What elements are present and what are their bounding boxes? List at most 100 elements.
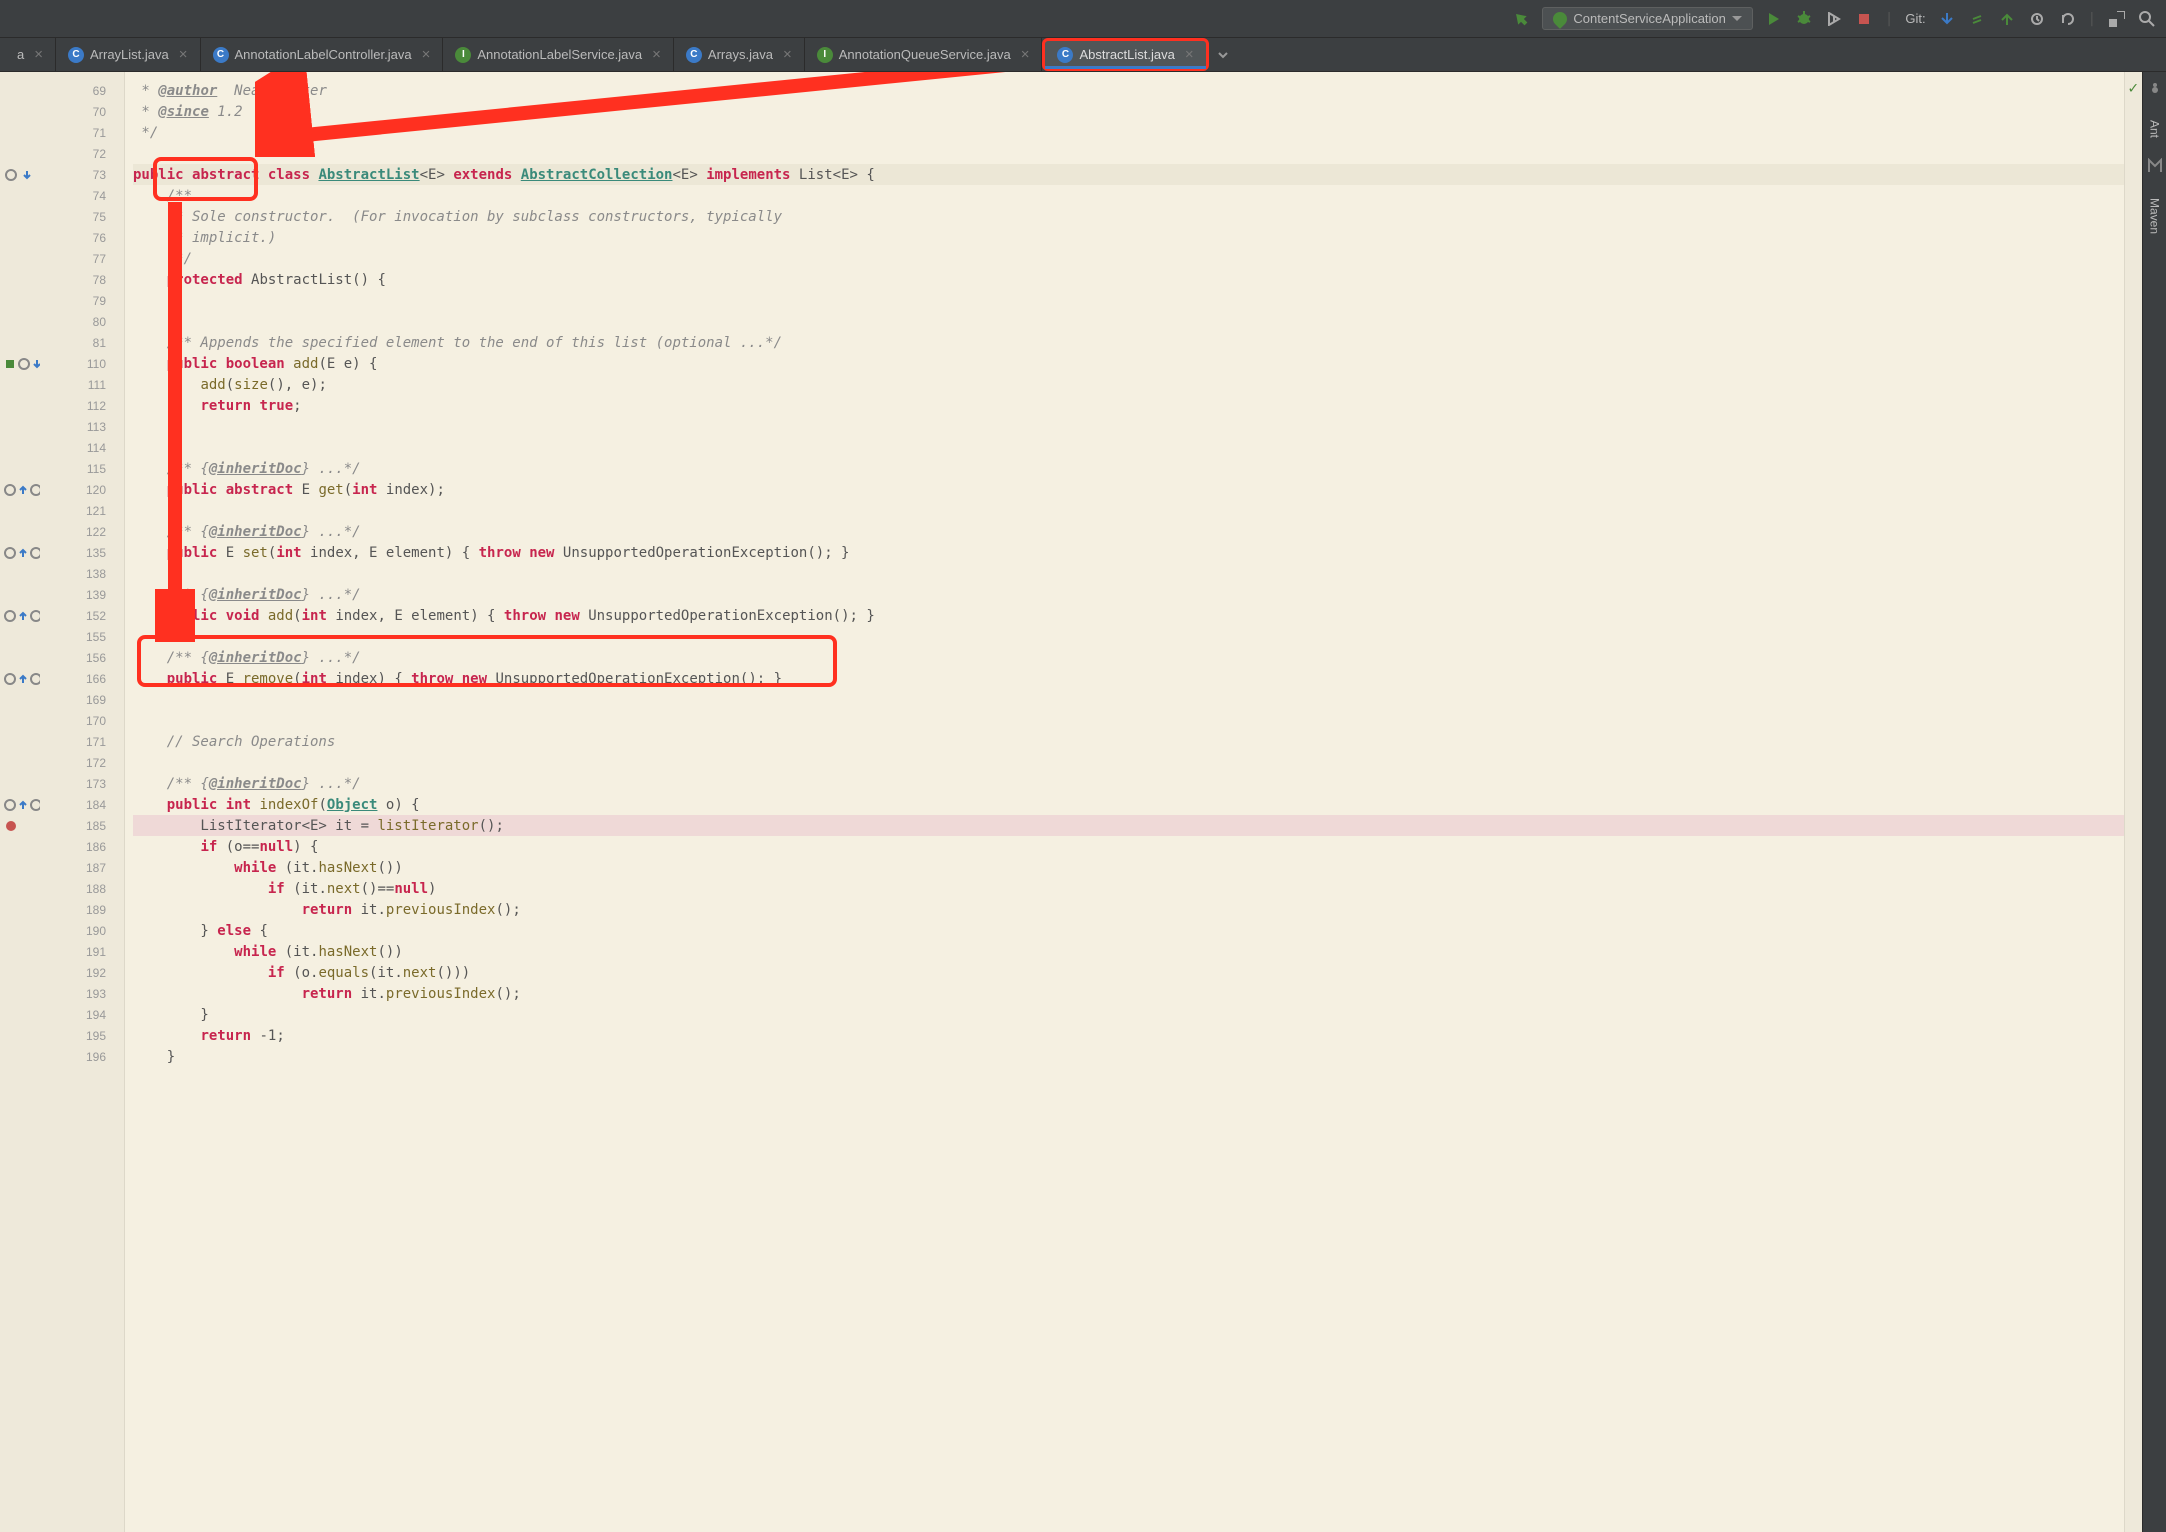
- up-arrow-icon[interactable]: [18, 672, 28, 686]
- line-number[interactable]: 189: [40, 899, 124, 920]
- line-number[interactable]: 184: [40, 794, 124, 815]
- line-number[interactable]: 121: [40, 500, 124, 521]
- debug-icon[interactable]: [1795, 10, 1813, 28]
- line-number[interactable]: 191: [40, 941, 124, 962]
- tab-arraylist[interactable]: CArrayList.java×: [56, 38, 201, 71]
- line-number[interactable]: 77: [40, 248, 124, 269]
- line-number[interactable]: 171: [40, 731, 124, 752]
- line-number[interactable]: 187: [40, 857, 124, 878]
- override-marker-icon[interactable]: [4, 168, 18, 182]
- up-arrow-icon[interactable]: [18, 546, 28, 560]
- run-icon[interactable]: [1765, 10, 1783, 28]
- breakpoint-icon[interactable]: [4, 819, 18, 833]
- line-number[interactable]: 166: [40, 668, 124, 689]
- line-number[interactable]: 115: [40, 458, 124, 479]
- line-number[interactable]: 192: [40, 962, 124, 983]
- git-push-icon[interactable]: [1998, 10, 2016, 28]
- run-config-selector[interactable]: ContentServiceApplication: [1542, 7, 1752, 30]
- close-icon[interactable]: ×: [179, 46, 188, 63]
- close-icon[interactable]: ×: [652, 46, 661, 63]
- up-arrow-icon[interactable]: [18, 609, 28, 623]
- close-icon[interactable]: ×: [422, 46, 431, 63]
- line-number[interactable]: 76: [40, 227, 124, 248]
- line-number[interactable]: 114: [40, 437, 124, 458]
- override-marker-icon[interactable]: [4, 672, 16, 686]
- tab-arrays[interactable]: CArrays.java×: [674, 38, 805, 71]
- line-number[interactable]: 79: [40, 290, 124, 311]
- line-number[interactable]: 173: [40, 773, 124, 794]
- git-commit-icon[interactable]: [1968, 10, 1986, 28]
- tab-abstractlist[interactable]: CAbstractList.java×: [1042, 38, 1208, 71]
- line-number-gutter[interactable]: 6970717273747576777879808111011111211311…: [40, 72, 125, 1532]
- override-marker-icon[interactable]: [4, 546, 16, 560]
- line-number[interactable]: 73: [40, 164, 124, 185]
- line-number[interactable]: 156: [40, 647, 124, 668]
- line-number[interactable]: 190: [40, 920, 124, 941]
- git-label: Git:: [1905, 11, 1925, 26]
- stop-icon[interactable]: [1855, 10, 1873, 28]
- build-icon[interactable]: [1512, 10, 1530, 28]
- line-number[interactable]: 112: [40, 395, 124, 416]
- close-icon[interactable]: ×: [783, 46, 792, 63]
- ant-tool-label[interactable]: Ant: [2148, 120, 2162, 138]
- tab-partial[interactable]: a×: [5, 38, 56, 71]
- line-number[interactable]: 194: [40, 1004, 124, 1025]
- git-rollback-icon[interactable]: [2058, 10, 2076, 28]
- up-arrow-icon[interactable]: [18, 483, 28, 497]
- line-number[interactable]: 111: [40, 374, 124, 395]
- search-icon[interactable]: [2138, 10, 2156, 28]
- line-number[interactable]: 155: [40, 626, 124, 647]
- line-number[interactable]: 120: [40, 479, 124, 500]
- close-icon[interactable]: ×: [1185, 46, 1194, 63]
- line-number[interactable]: 80: [40, 311, 124, 332]
- line-number[interactable]: 172: [40, 752, 124, 773]
- line-number[interactable]: 138: [40, 563, 124, 584]
- line-number[interactable]: 170: [40, 710, 124, 731]
- line-number[interactable]: 193: [40, 983, 124, 1004]
- line-number[interactable]: 74: [40, 185, 124, 206]
- down-arrow-icon[interactable]: [20, 168, 34, 182]
- tabs-overflow-icon[interactable]: [1209, 38, 1237, 71]
- main-toolbar: ContentServiceApplication | Git: |: [0, 0, 2166, 38]
- override-marker-icon[interactable]: [18, 357, 30, 371]
- line-number[interactable]: 81: [40, 332, 124, 353]
- line-number[interactable]: 78: [40, 269, 124, 290]
- line-number[interactable]: 72: [40, 143, 124, 164]
- line-number[interactable]: 186: [40, 836, 124, 857]
- scrollbar-area[interactable]: ✓: [2124, 72, 2142, 1532]
- git-history-icon[interactable]: [2028, 10, 2046, 28]
- settings-icon[interactable]: [2108, 10, 2126, 28]
- line-number[interactable]: 185: [40, 815, 124, 836]
- line-number[interactable]: 113: [40, 416, 124, 437]
- line-number[interactable]: 188: [40, 878, 124, 899]
- line-number[interactable]: 139: [40, 584, 124, 605]
- git-pull-icon[interactable]: [1938, 10, 1956, 28]
- override-marker-icon[interactable]: [4, 798, 16, 812]
- coverage-icon[interactable]: [1825, 10, 1843, 28]
- override-marker-icon[interactable]: [4, 609, 16, 623]
- up-arrow-icon[interactable]: [18, 798, 28, 812]
- line-number[interactable]: 196: [40, 1046, 124, 1067]
- dropdown-icon: [1732, 16, 1742, 21]
- maven-tool-icon[interactable]: [2147, 158, 2163, 178]
- line-number[interactable]: 135: [40, 542, 124, 563]
- line-number[interactable]: 69: [40, 80, 124, 101]
- tab-annotationqueueservice[interactable]: IAnnotationQueueService.java×: [805, 38, 1043, 71]
- line-number[interactable]: 71: [40, 122, 124, 143]
- line-number[interactable]: 110: [40, 353, 124, 374]
- line-number[interactable]: 122: [40, 521, 124, 542]
- tab-annotationlabelservice[interactable]: IAnnotationLabelService.java×: [443, 38, 674, 71]
- line-number[interactable]: 169: [40, 689, 124, 710]
- tab-annotationlabelcontroller[interactable]: CAnnotationLabelController.java×: [201, 38, 444, 71]
- code-editor[interactable]: * @author Neal Gafter * @since 1.2 */ pu…: [125, 72, 2124, 1532]
- line-number[interactable]: 75: [40, 206, 124, 227]
- line-number[interactable]: 195: [40, 1025, 124, 1046]
- ant-tool-icon[interactable]: [2147, 80, 2163, 100]
- override-marker-icon[interactable]: [4, 483, 16, 497]
- impl-marker-icon[interactable]: [4, 357, 16, 371]
- close-icon[interactable]: ×: [1021, 46, 1030, 63]
- close-icon[interactable]: ×: [34, 46, 43, 63]
- line-number[interactable]: 70: [40, 101, 124, 122]
- maven-tool-label[interactable]: Maven: [2148, 198, 2162, 234]
- line-number[interactable]: 152: [40, 605, 124, 626]
